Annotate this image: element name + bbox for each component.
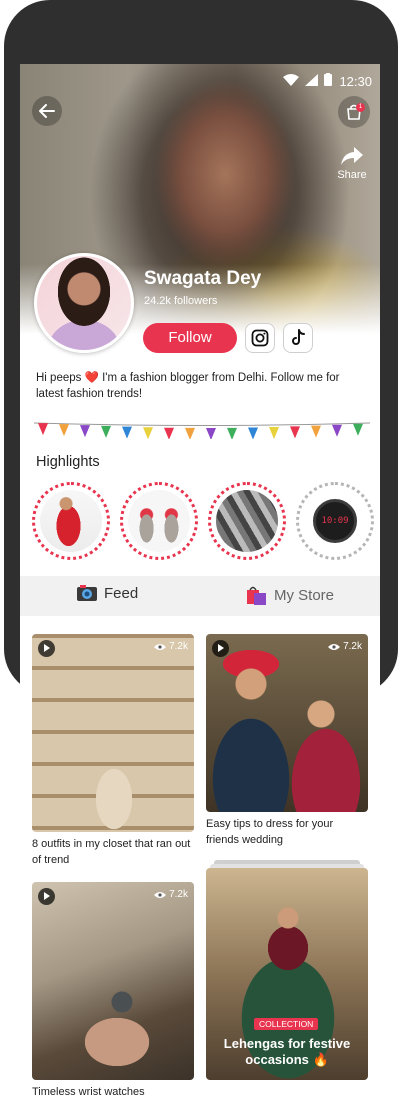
wifi-icon bbox=[283, 73, 299, 86]
status-time: 12:30 bbox=[339, 74, 372, 89]
instagram-button[interactable] bbox=[245, 323, 275, 353]
share-button[interactable]: Share bbox=[334, 146, 370, 181]
smartwatch-photo: 10:09 bbox=[304, 490, 366, 552]
profile-tabs: Feed My Store bbox=[20, 576, 380, 616]
bunting-flag bbox=[80, 425, 90, 438]
bunting-flag bbox=[59, 424, 69, 437]
bunting-flag bbox=[290, 426, 300, 439]
feed-caption: 8 outfits in my closet that ran out of t… bbox=[32, 838, 191, 866]
closet-photo: 7.2k bbox=[32, 634, 194, 832]
signal-icon bbox=[305, 73, 318, 86]
view-count: 7.2k bbox=[328, 641, 362, 652]
highlight-red-dress[interactable] bbox=[32, 482, 110, 560]
camera-icon bbox=[77, 585, 97, 601]
back-button[interactable] bbox=[32, 96, 62, 126]
arrow-left-icon bbox=[39, 104, 55, 118]
play-icon bbox=[212, 640, 229, 657]
highlights-title: Highlights bbox=[36, 454, 100, 470]
share-arrow-icon bbox=[341, 147, 363, 165]
followers-count: 24.2k followers bbox=[144, 295, 218, 307]
highlight-phone-case[interactable] bbox=[208, 482, 286, 560]
tiktok-icon bbox=[292, 329, 305, 345]
feed-caption: Timeless wrist watches bbox=[32, 1086, 145, 1098]
feed-card-wedding[interactable]: 7.2k Easy tips to dress for your friends… bbox=[206, 634, 368, 848]
play-icon bbox=[38, 888, 55, 905]
app-screen: 12:30 1 Share Swagata Dey 24.2k follower… bbox=[20, 64, 380, 1110]
bunting-flag bbox=[185, 427, 195, 439]
feed-caption: Easy tips to dress for your friends wedd… bbox=[206, 818, 334, 846]
status-bar: 12:30 bbox=[20, 64, 380, 98]
phone-case-photo bbox=[216, 490, 278, 552]
bunting-flag bbox=[227, 427, 237, 439]
bunting-flag bbox=[353, 423, 363, 436]
bunting-flag bbox=[206, 427, 216, 439]
bunting-flag bbox=[38, 423, 48, 436]
highlight-smartwatch[interactable]: 10:09 bbox=[296, 482, 374, 560]
share-label: Share bbox=[337, 169, 367, 181]
watch-photo: 7.2k bbox=[32, 882, 194, 1080]
battery-icon bbox=[324, 73, 332, 86]
feed-card-closet[interactable]: 7.2k 8 outfits in my closet that ran out… bbox=[32, 634, 194, 868]
tiktok-button[interactable] bbox=[283, 323, 313, 353]
bunting-flag bbox=[269, 427, 279, 439]
bunting-flag bbox=[143, 427, 153, 439]
bunting-flag bbox=[248, 427, 258, 439]
view-count: 7.2k bbox=[154, 641, 188, 652]
follow-button[interactable]: Follow bbox=[143, 323, 237, 353]
tab-my-store-label: My Store bbox=[274, 586, 335, 604]
tab-feed[interactable]: Feed bbox=[76, 584, 138, 602]
profile-name: Swagata Dey bbox=[144, 268, 262, 289]
bunting-flag bbox=[332, 424, 342, 437]
earrings-photo bbox=[128, 490, 190, 552]
bunting-flag bbox=[101, 425, 111, 438]
eye-icon bbox=[328, 643, 341, 650]
eye-icon bbox=[154, 643, 167, 650]
shopping-bags-icon bbox=[247, 586, 266, 605]
cart-button[interactable]: 1 bbox=[338, 96, 370, 128]
avatar bbox=[34, 253, 134, 353]
bunting-flag bbox=[164, 427, 174, 439]
bunting-decoration bbox=[34, 422, 370, 439]
tab-feed-label: Feed bbox=[104, 584, 139, 602]
cart-badge: 1 bbox=[356, 103, 365, 112]
red-dress-photo bbox=[40, 490, 102, 552]
collection-title: Lehengas for festive occasions 🔥 bbox=[223, 1036, 351, 1067]
bunting-flag bbox=[311, 425, 321, 438]
highlight-earrings[interactable] bbox=[120, 482, 198, 560]
profile-bio: Hi peeps ❤️ I'm a fashion blogger from D… bbox=[36, 372, 340, 400]
tab-my-store[interactable]: My Store bbox=[246, 584, 334, 606]
watch-face: 10:09 bbox=[313, 499, 357, 543]
feed-card-watches[interactable]: 7.2k Timeless wrist watches bbox=[32, 882, 194, 1100]
collection-tag: COLLECTION bbox=[254, 1018, 319, 1030]
play-icon bbox=[38, 640, 55, 657]
instagram-icon bbox=[251, 329, 269, 347]
eye-icon bbox=[154, 891, 167, 898]
view-count: 7.2k bbox=[154, 889, 188, 900]
wedding-photo: 7.2k bbox=[206, 634, 368, 812]
bunting-flag bbox=[122, 426, 132, 439]
lehenga-photo: COLLECTION Lehengas for festive occasion… bbox=[206, 868, 368, 1080]
